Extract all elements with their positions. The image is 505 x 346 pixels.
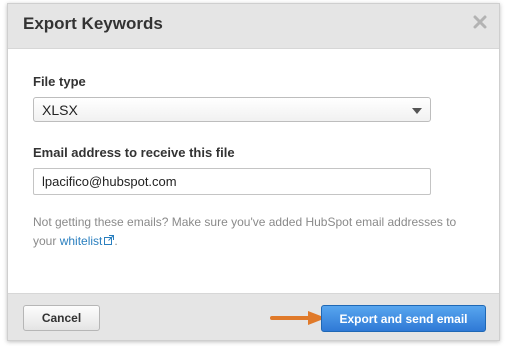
file-type-select[interactable]: XLSX — [33, 97, 431, 122]
chevron-down-icon — [412, 108, 422, 114]
dialog-footer: Cancel Export and send email — [8, 293, 499, 340]
email-field[interactable] — [33, 168, 431, 195]
cancel-button[interactable]: Cancel — [23, 305, 100, 331]
email-label: Email address to receive this file — [33, 145, 235, 160]
dialog-header: Export Keywords — [8, 4, 499, 49]
dialog-title: Export Keywords — [23, 14, 163, 33]
help-text: Not getting these emails? Make sure you'… — [33, 213, 463, 251]
arrow-annotation — [270, 311, 326, 325]
close-icon[interactable] — [471, 13, 489, 31]
export-and-send-email-button[interactable]: Export and send email — [321, 305, 486, 332]
file-type-label: File type — [33, 74, 86, 89]
file-type-value: XLSX — [42, 102, 78, 118]
dialog-body: File type XLSX Email address to receive … — [8, 49, 499, 293]
help-end: . — [114, 234, 118, 248]
whitelist-link-label: whitelist — [59, 234, 103, 248]
external-link-icon — [104, 232, 115, 245]
whitelist-link[interactable]: whitelist — [60, 234, 115, 248]
export-keywords-dialog: Export Keywords File type XLSX Email add… — [7, 3, 500, 341]
